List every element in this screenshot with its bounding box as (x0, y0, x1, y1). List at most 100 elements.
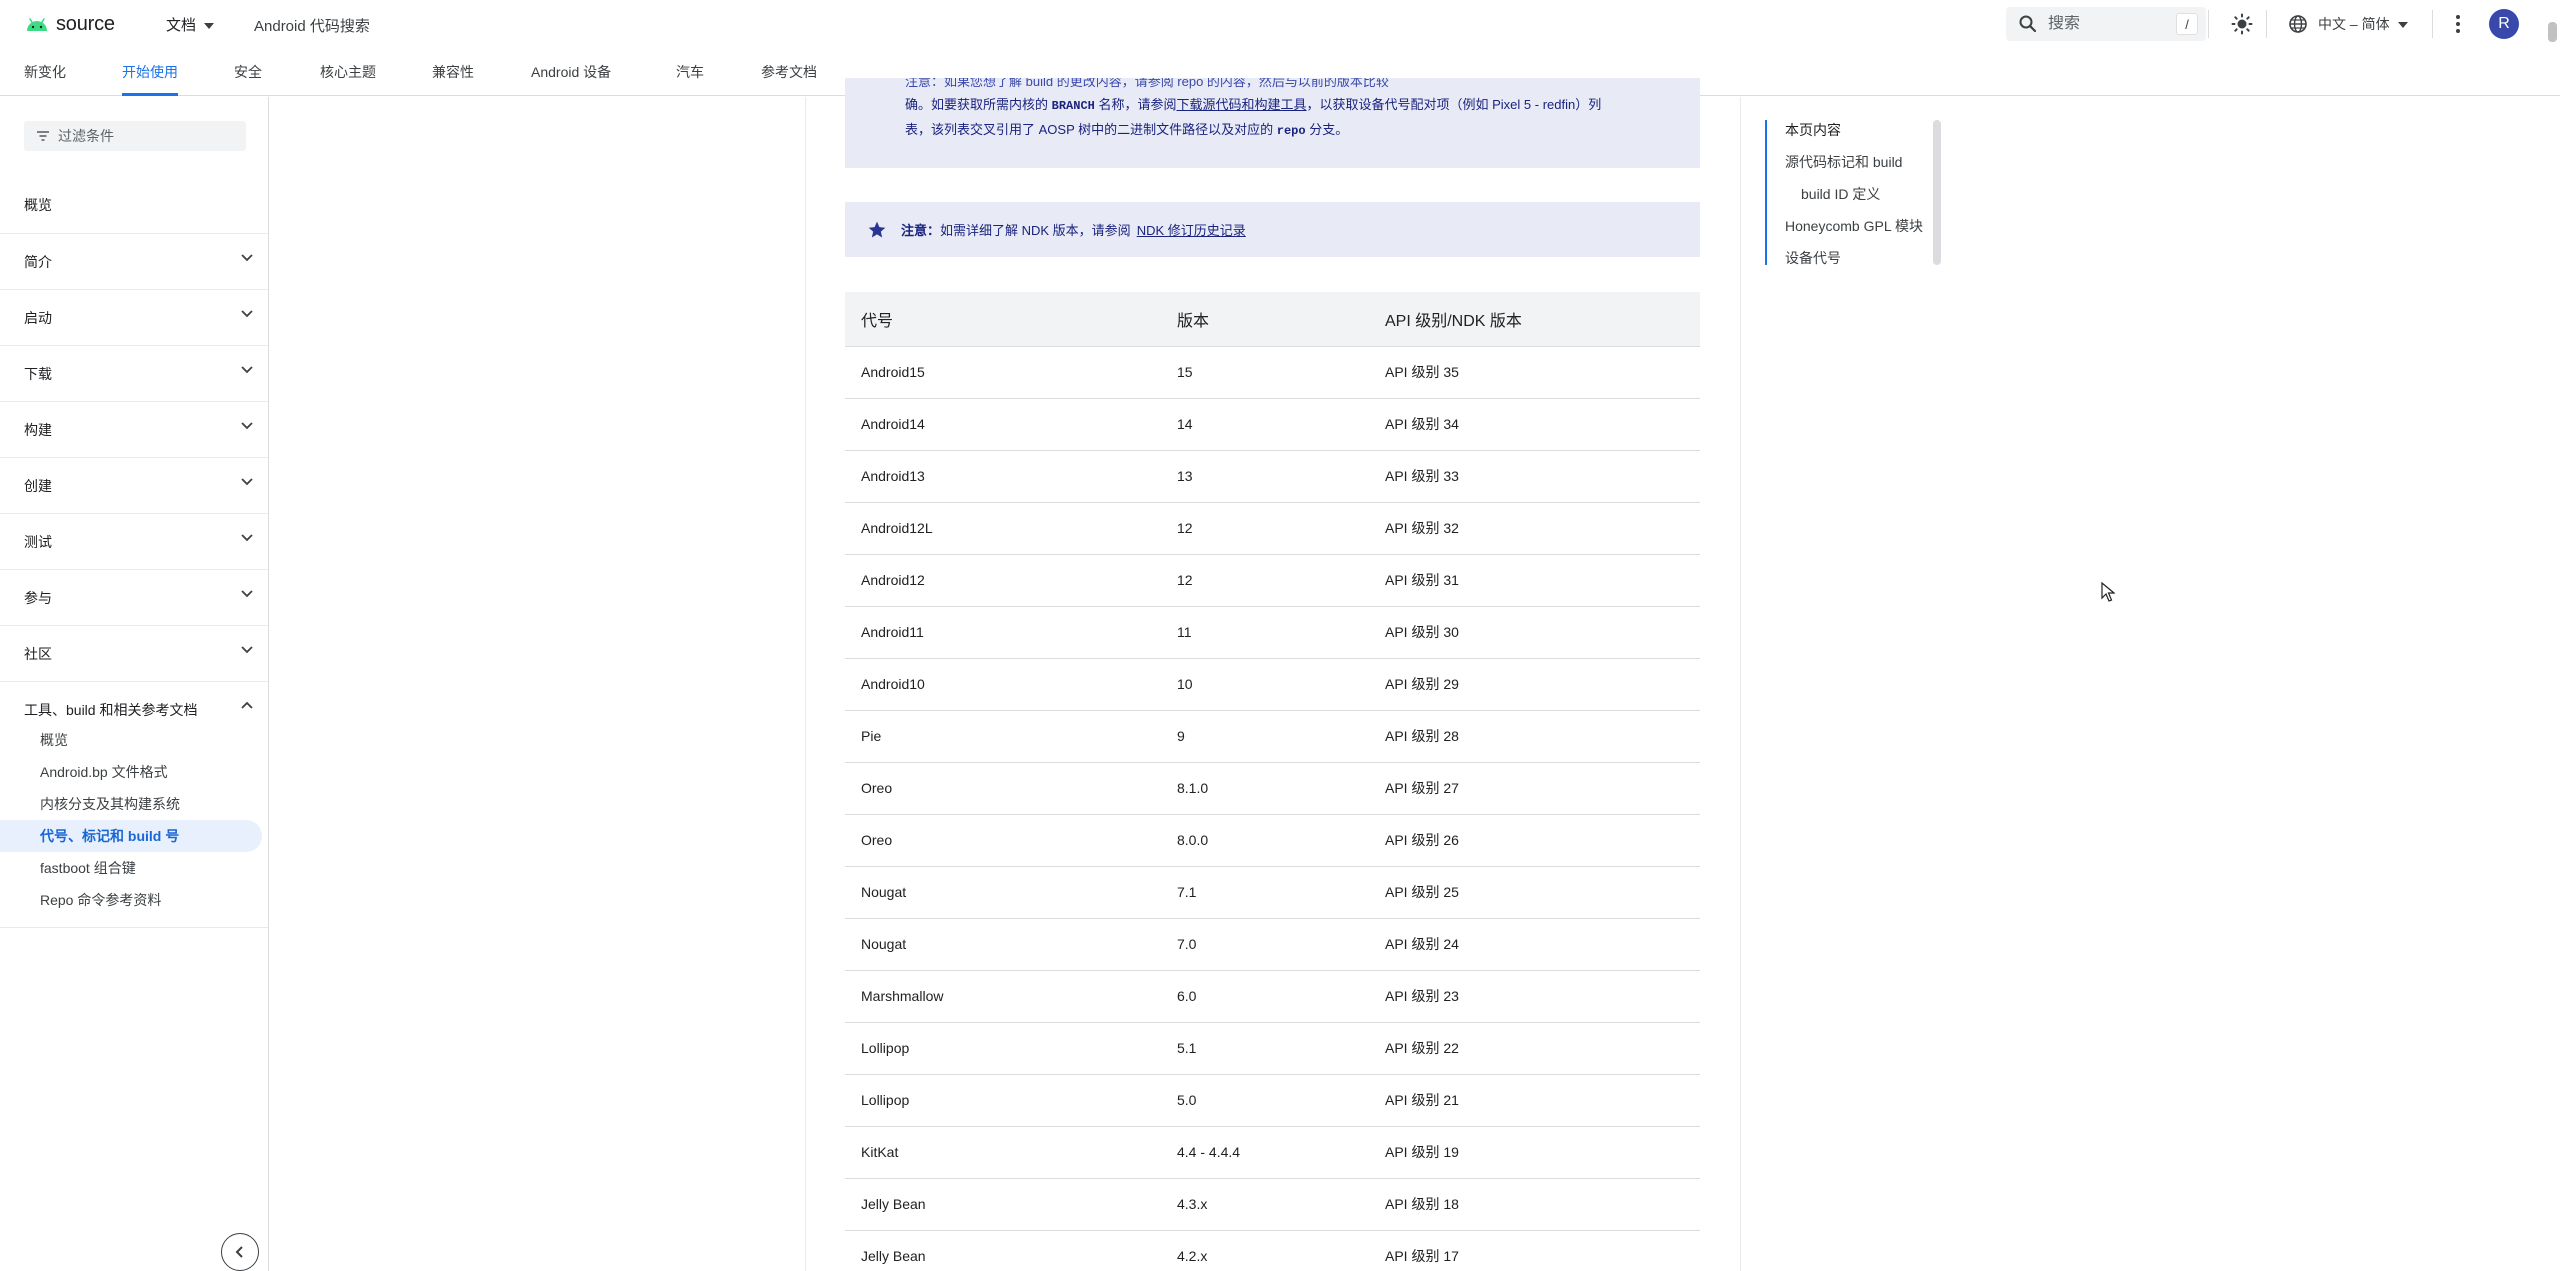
code-search-link[interactable]: Android 代码搜索 (254, 15, 370, 36)
mouse-cursor-icon (2101, 582, 2115, 602)
table-row: Oreo 8.0.0 API 级别 26 (845, 814, 1700, 867)
table-row: Lollipop 5.1 API 级别 22 (845, 1022, 1700, 1075)
sidebar-divider (0, 927, 268, 928)
content-divider (805, 97, 806, 1271)
cell-api-level: API 级别 33 (1369, 450, 1700, 503)
language-selector[interactable]: 中文 – 简体 (2278, 7, 2424, 41)
theme-toggle-button[interactable] (2228, 10, 2256, 38)
sidebar-subitem-fastboot[interactable]: fastboot 组合键 (0, 852, 262, 884)
table-row: Lollipop 5.0 API 级别 21 (845, 1074, 1700, 1127)
tab-automotive[interactable]: 汽车 (676, 48, 704, 96)
cell-api-level: API 级别 25 (1369, 866, 1700, 919)
more-options-button[interactable] (2444, 10, 2472, 38)
sidebar-item-label: 创建 (24, 478, 52, 494)
cell-api-level: API 级别 17 (1369, 1230, 1700, 1271)
sidebar-item-label: 简介 (24, 254, 52, 270)
cell-version: 4.2.x (1161, 1230, 1369, 1271)
cell-api-level: API 级别 32 (1369, 502, 1700, 555)
sidebar-section-contribute[interactable]: 参与 (0, 569, 268, 625)
tab-security[interactable]: 安全 (234, 48, 262, 96)
toc-link-device-codenames[interactable]: 设备代号 (1785, 248, 1841, 268)
tab-compatibility[interactable]: 兼容性 (432, 48, 474, 96)
logo-link[interactable]: source (24, 12, 115, 36)
star-icon (868, 221, 886, 237)
filter-icon (37, 131, 49, 141)
cell-codename: Android15 (845, 346, 1161, 399)
cell-api-level: API 级别 24 (1369, 918, 1700, 971)
sidebar-item-label: Android.bp 文件格式 (40, 764, 168, 780)
sidebar-subitem-overview[interactable]: 概览 (0, 724, 262, 756)
cell-version: 15 (1161, 346, 1369, 399)
account-avatar[interactable]: R (2489, 9, 2519, 39)
cell-codename: Lollipop (845, 1074, 1161, 1127)
sidebar-section-create[interactable]: 创建 (0, 457, 268, 513)
ndk-history-link[interactable]: NDK 修订历史记录 (1137, 220, 1246, 239)
cell-codename: Android12 (845, 554, 1161, 607)
toc-divider (1740, 97, 1741, 1271)
sidebar-subitem-android-bp[interactable]: Android.bp 文件格式 (0, 756, 262, 788)
sidebar-section-download[interactable]: 下载 (0, 345, 268, 401)
note-text: ，以获取设备代号配对项（例如 Pixel 5 - redfin）列 (1306, 97, 1602, 112)
table-row: Android12 12 API 级别 31 (845, 554, 1700, 607)
logo-text: source (56, 12, 115, 35)
cell-codename: Android10 (845, 658, 1161, 711)
column-header-version: 版本 (1161, 292, 1369, 347)
tab-android-devices[interactable]: Android 设备 (531, 48, 611, 96)
sidebar-section-launch[interactable]: 启动 (0, 289, 268, 345)
cell-version: 6.0 (1161, 970, 1369, 1023)
note-text: 如需详细了解 NDK 版本，请参阅 (940, 223, 1131, 238)
cell-version: 4.3.x (1161, 1178, 1369, 1231)
tab-core-topics[interactable]: 核心主题 (320, 48, 376, 96)
caret-down-icon (2397, 22, 2408, 28)
table-row: Marshmallow 6.0 API 级别 23 (845, 970, 1700, 1023)
left-nav: 概览 简介 启动 下载 构建 创建 测试 参与 社区 工具、build 和相关参… (0, 97, 269, 1271)
cell-version: 9 (1161, 710, 1369, 763)
cell-codename: Android12L (845, 502, 1161, 555)
sidebar-section-intro[interactable]: 简介 (0, 233, 268, 289)
sidebar-section-test[interactable]: 测试 (0, 513, 268, 569)
note-text: 分支。 (1309, 122, 1349, 137)
note-callout: 注意：如果您想了解 build 的更改内容，请参阅 repo 的内容，然后与以前… (845, 78, 1700, 168)
sidebar-item-label: 概览 (24, 197, 52, 213)
cell-version: 12 (1161, 502, 1369, 555)
toc-link-build-id[interactable]: build ID 定义 (1801, 184, 1880, 204)
toc-link-honeycomb[interactable]: Honeycomb GPL 模块 (1785, 216, 1923, 236)
cell-version: 10 (1161, 658, 1369, 711)
search-input[interactable] (2048, 15, 2168, 33)
sidebar-item-label: 概览 (40, 732, 68, 748)
cell-api-level: API 级别 18 (1369, 1178, 1700, 1231)
tab-whats-new[interactable]: 新变化 (24, 48, 66, 96)
topbar-divider (2266, 10, 2267, 38)
sidebar-item-label: 下载 (24, 366, 52, 382)
sidebar-item-label: Repo 命令参考资料 (40, 892, 162, 908)
docs-dropdown[interactable]: 文档 (166, 14, 215, 35)
sidebar-item-label: 构建 (24, 422, 52, 438)
sidebar-subitem-kernel-branches[interactable]: 内核分支及其构建系统 (0, 788, 262, 820)
note-partial-line: 注意：如果您想了解 build 的更改内容，请参阅 repo 的内容，然后与以前… (905, 78, 1389, 89)
toc-scrollbar[interactable] (1933, 120, 1941, 265)
ndk-note-callout: 注意： 如需详细了解 NDK 版本，请参阅 NDK 修订历史记录 (845, 202, 1700, 257)
tab-reference[interactable]: 参考文档 (761, 48, 817, 96)
top-app-bar: source 文档 Android 代码搜索 / (0, 0, 2560, 48)
tab-get-started[interactable]: 开始使用 (122, 48, 178, 96)
sidebar-subitem-repo-reference[interactable]: Repo 命令参考资料 (0, 884, 262, 916)
filter-input[interactable] (58, 128, 238, 144)
table-row: Android15 15 API 级别 35 (845, 346, 1700, 399)
sidebar-section-build[interactable]: 构建 (0, 401, 268, 457)
sidebar-item-overview[interactable]: 概览 (0, 177, 268, 233)
note-code: BRANCH (1051, 99, 1095, 113)
table-row: KitKat 4.4 - 4.4.4 API 级别 19 (845, 1126, 1700, 1179)
download-source-link[interactable]: 下载源代码和构建工具 (1177, 97, 1307, 112)
collapse-sidebar-button[interactable] (221, 1233, 259, 1271)
cell-version: 8.1.0 (1161, 762, 1369, 815)
table-row: Android11 11 API 级别 30 (845, 606, 1700, 659)
page-scrollbar-thumb[interactable] (2548, 22, 2557, 42)
sidebar-subitem-codenames[interactable]: 代号、标记和 build 号 (0, 820, 262, 852)
filter-box[interactable] (24, 121, 246, 151)
cell-version: 8.0.0 (1161, 814, 1369, 867)
search-box[interactable]: / (2006, 7, 2206, 41)
table-row: Android14 14 API 级别 34 (845, 398, 1700, 451)
sidebar-section-community[interactable]: 社区 (0, 625, 268, 681)
toc-link-source-tags[interactable]: 源代码标记和 build (1785, 152, 1902, 172)
table-row: Android12L 12 API 级别 32 (845, 502, 1700, 555)
